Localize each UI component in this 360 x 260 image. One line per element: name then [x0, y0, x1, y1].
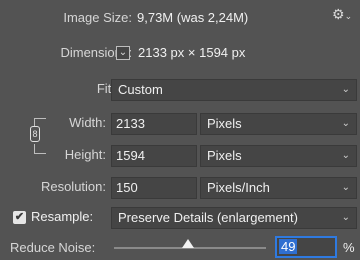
dimensions-value: 2133 px × 1594 px — [138, 45, 245, 60]
width-unit-select[interactable]: Pixels ⌄ — [200, 113, 357, 135]
link-glyph: 8 — [32, 129, 38, 139]
dimensions-label: Dimensions: — [60, 45, 132, 60]
reduce-noise-label: Reduce Noise: — [10, 240, 96, 255]
width-label: Width: — [69, 115, 106, 130]
link-bracket-top — [34, 118, 46, 119]
height-unit-select[interactable]: Pixels ⌄ — [200, 145, 357, 167]
height-input[interactable]: 1594 — [111, 145, 197, 167]
chevron-down-icon: ⌄ — [341, 212, 350, 223]
width-input[interactable]: 2133 — [111, 113, 197, 135]
height-unit-value: Pixels — [207, 148, 242, 163]
height-label: Height: — [64, 147, 106, 162]
chevron-down-icon: ⌄ — [118, 47, 128, 58]
chevron-down-icon: ⌄ — [341, 118, 350, 129]
gear-glyph: ⚙ — [332, 6, 345, 22]
image-size-value: 9,73M (was 2,24M) — [137, 10, 249, 25]
fit-to-select[interactable]: Custom ⌄ — [111, 79, 357, 101]
chevron-down-icon: ⌄ — [341, 182, 350, 193]
resample-method-value: Preserve Details (enlargement) — [118, 210, 298, 225]
resample-label: Resample: — [31, 209, 94, 224]
width-unit-value: Pixels — [207, 116, 242, 131]
resample-method-select[interactable]: Preserve Details (enlargement) ⌄ — [111, 207, 357, 229]
link-bracket-bottom — [34, 153, 46, 154]
link-bracket-bottom-vertical — [34, 144, 35, 153]
reduce-noise-value: 49 — [279, 239, 298, 254]
chevron-down-icon: ⌄ — [341, 84, 350, 95]
fit-to-value: Custom — [118, 82, 163, 97]
image-size-panel: { "image_size": { "label": "Image Size:"… — [0, 0, 360, 260]
checkmark-icon: ✔ — [14, 211, 25, 223]
gear-menu-chevron-icon: ⌄ — [344, 11, 353, 21]
chevron-down-icon: ⌄ — [341, 150, 350, 161]
reduce-noise-input[interactable]: 49 — [275, 236, 337, 258]
resample-checkbox[interactable]: ✔ — [13, 211, 26, 224]
dimensions-width-value: 2133 px — [138, 45, 185, 60]
resolution-input[interactable]: 150 — [111, 177, 197, 199]
reduce-noise-percent: % — [343, 240, 355, 255]
resolution-unit-value: Pixels/Inch — [207, 180, 270, 195]
resolution-unit-select[interactable]: Pixels/Inch ⌄ — [200, 177, 357, 199]
image-size-label: Image Size: — [63, 10, 132, 25]
dimensions-dropdown-button[interactable]: ⌄ — [116, 46, 130, 60]
reduce-noise-slider-thumb[interactable] — [182, 239, 195, 248]
link-bracket-top-vertical — [34, 118, 35, 126]
resolution-label: Resolution: — [40, 179, 106, 194]
dimensions-times: × — [187, 45, 196, 60]
gear-icon[interactable]: ⚙⌄ — [332, 6, 352, 23]
link-icon[interactable]: 8 — [30, 126, 40, 142]
dimensions-height-value: 1594 px — [199, 45, 246, 60]
